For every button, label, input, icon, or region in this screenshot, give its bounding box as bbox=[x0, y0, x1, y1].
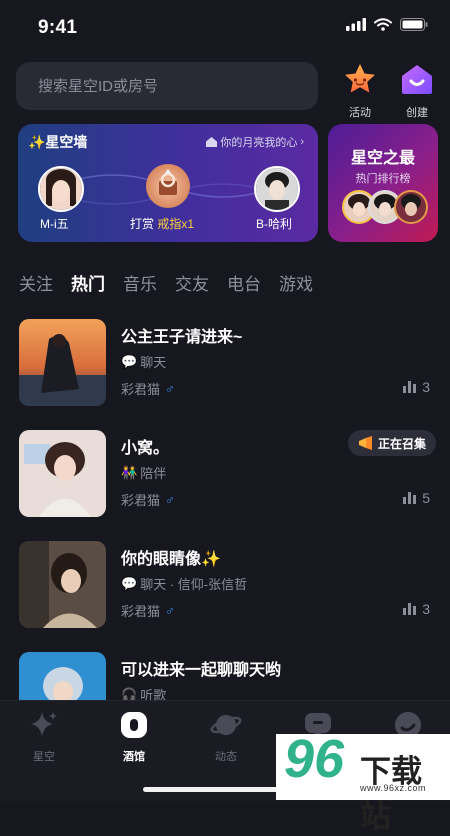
best-ranking-card[interactable]: 星空之最 热门排行榜 bbox=[328, 124, 438, 242]
tab-radio[interactable]: 电台 bbox=[227, 270, 261, 295]
watermark-logo: 96 下载站 www.96xz.com bbox=[276, 729, 450, 834]
search-bar[interactable] bbox=[16, 62, 318, 110]
wifi-icon bbox=[374, 18, 392, 31]
room-cover-image bbox=[19, 319, 106, 406]
host-name: 彩君猫 bbox=[121, 604, 161, 619]
host-name: 彩君猫 bbox=[121, 382, 161, 397]
tab-games[interactable]: 游戏 bbox=[279, 270, 313, 295]
watermark-number: 96 bbox=[284, 729, 345, 789]
nav-label: 动态 bbox=[215, 751, 237, 763]
gift-amount: 戒指x1 bbox=[157, 217, 195, 231]
nav-item-jiuguan[interactable]: 酒馆 bbox=[104, 709, 164, 764]
room-tag: 💬 聊天 · 信仰-张信哲 bbox=[121, 574, 247, 593]
star-wall-card[interactable]: ✨星空墙 你的月亮我的心 › M-i五 打赏 戒指x1 B-哈利 bbox=[18, 124, 318, 242]
room-tag-text: 聊天 bbox=[140, 355, 167, 370]
room-tag: 👫 陪伴 bbox=[121, 463, 166, 482]
receiver-avatar[interactable] bbox=[254, 166, 300, 212]
bars-icon bbox=[403, 603, 417, 615]
chat-bubble-icon: 💬 bbox=[121, 575, 138, 591]
tavern-icon bbox=[121, 712, 147, 738]
room-count-value: 3 bbox=[422, 379, 430, 395]
male-icon: ♂ bbox=[165, 381, 175, 396]
create-button[interactable]: 创建 bbox=[394, 62, 440, 120]
room-count-value: 5 bbox=[422, 490, 430, 506]
nav-label: 酒馆 bbox=[123, 751, 145, 763]
best-title: 星空之最 bbox=[350, 150, 415, 167]
tab-hot[interactable]: 热门 bbox=[71, 270, 105, 295]
room-title: 公主王子请进来~ bbox=[121, 329, 243, 346]
bars-icon bbox=[403, 381, 417, 393]
status-time: 9:41 bbox=[38, 17, 78, 38]
room-list-item[interactable]: 小窝。 👫 陪伴 彩君猫 ♂ 正在召集 5 bbox=[0, 430, 450, 526]
gift-action: 打赏 bbox=[130, 217, 155, 231]
sender-name: M-i五 bbox=[40, 217, 69, 231]
nav-label: 星空 bbox=[33, 751, 55, 763]
chat-bubble-icon: 💬 bbox=[121, 353, 138, 369]
room-count: 3 bbox=[403, 379, 430, 395]
room-title: 你的眼睛像✨ bbox=[121, 551, 221, 568]
host-name: 彩君猫 bbox=[121, 493, 161, 508]
sender-avatar[interactable] bbox=[38, 166, 84, 212]
signal-icon bbox=[346, 18, 366, 31]
room-count: 5 bbox=[403, 490, 430, 506]
receiver-name: B-哈利 bbox=[256, 217, 293, 231]
status-bar: 9:41 bbox=[0, 0, 450, 56]
rank-avatar-3 bbox=[394, 190, 428, 224]
watermark-url: www.96xz.com bbox=[360, 783, 427, 793]
chevron-right-icon: › bbox=[300, 136, 304, 148]
room-host: 彩君猫 ♂ bbox=[121, 379, 175, 398]
home-add-icon bbox=[402, 65, 432, 94]
room-tag-text: 陪伴 bbox=[140, 466, 167, 481]
room-list-item[interactable]: 你的眼睛像✨ 💬 聊天 · 信仰-张信哲 彩君猫 ♂ 3 bbox=[0, 541, 450, 637]
activity-button[interactable]: 活动 bbox=[337, 62, 383, 120]
nav-item-dongtai[interactable]: 动态 bbox=[196, 709, 256, 764]
male-icon: ♂ bbox=[165, 492, 175, 507]
star-badge-icon bbox=[345, 64, 375, 93]
star-wall-title: ✨星空墙 bbox=[28, 134, 88, 150]
megaphone-icon bbox=[358, 436, 372, 450]
activity-label: 活动 bbox=[349, 107, 371, 119]
tab-follow[interactable]: 关注 bbox=[19, 270, 53, 295]
planet-icon bbox=[210, 715, 242, 735]
calling-badge-text: 正在召集 bbox=[377, 436, 426, 451]
battery-icon bbox=[400, 18, 428, 31]
home-icon bbox=[206, 137, 218, 147]
create-label: 创建 bbox=[406, 107, 428, 119]
room-tag-text: 聊天 · 信仰-张信哲 bbox=[140, 577, 248, 592]
tab-friends[interactable]: 交友 bbox=[175, 270, 209, 295]
gift-ring-icon bbox=[146, 164, 190, 208]
room-tag: 💬 聊天 bbox=[121, 352, 166, 371]
bars-icon bbox=[403, 492, 417, 504]
calling-badge[interactable]: 正在召集 bbox=[347, 430, 436, 456]
room-count-value: 3 bbox=[422, 601, 430, 617]
room-host: 彩君猫 ♂ bbox=[121, 490, 175, 509]
category-tabs: 关注 热门 音乐 交友 电台 游戏 bbox=[19, 270, 313, 295]
room-cover-image bbox=[19, 541, 106, 628]
tab-music[interactable]: 音乐 bbox=[123, 270, 157, 295]
male-icon: ♂ bbox=[165, 603, 175, 618]
room-title: 可以进来一起聊聊天哟 bbox=[121, 662, 282, 679]
room-cover-image bbox=[19, 430, 106, 517]
gift-text: 打赏 戒指x1 bbox=[130, 215, 194, 232]
room-title: 小窝。 bbox=[121, 440, 170, 457]
nav-item-xingkong[interactable]: 星空 bbox=[14, 709, 74, 764]
best-subtitle: 热门排行榜 bbox=[355, 173, 411, 185]
couple-icon: 👫 bbox=[121, 464, 138, 480]
star-wall-link[interactable]: 你的月亮我的心 › bbox=[206, 134, 304, 150]
status-icons bbox=[346, 18, 428, 31]
sparkle-icon bbox=[31, 712, 57, 737]
room-host: 彩君猫 ♂ bbox=[121, 601, 175, 620]
star-wall-link-text: 你的月亮我的心 bbox=[220, 137, 298, 149]
search-input[interactable] bbox=[16, 62, 318, 110]
room-list-item[interactable]: 公主王子请进来~ 💬 聊天 彩君猫 ♂ 3 bbox=[0, 319, 450, 415]
room-count: 3 bbox=[403, 601, 430, 617]
